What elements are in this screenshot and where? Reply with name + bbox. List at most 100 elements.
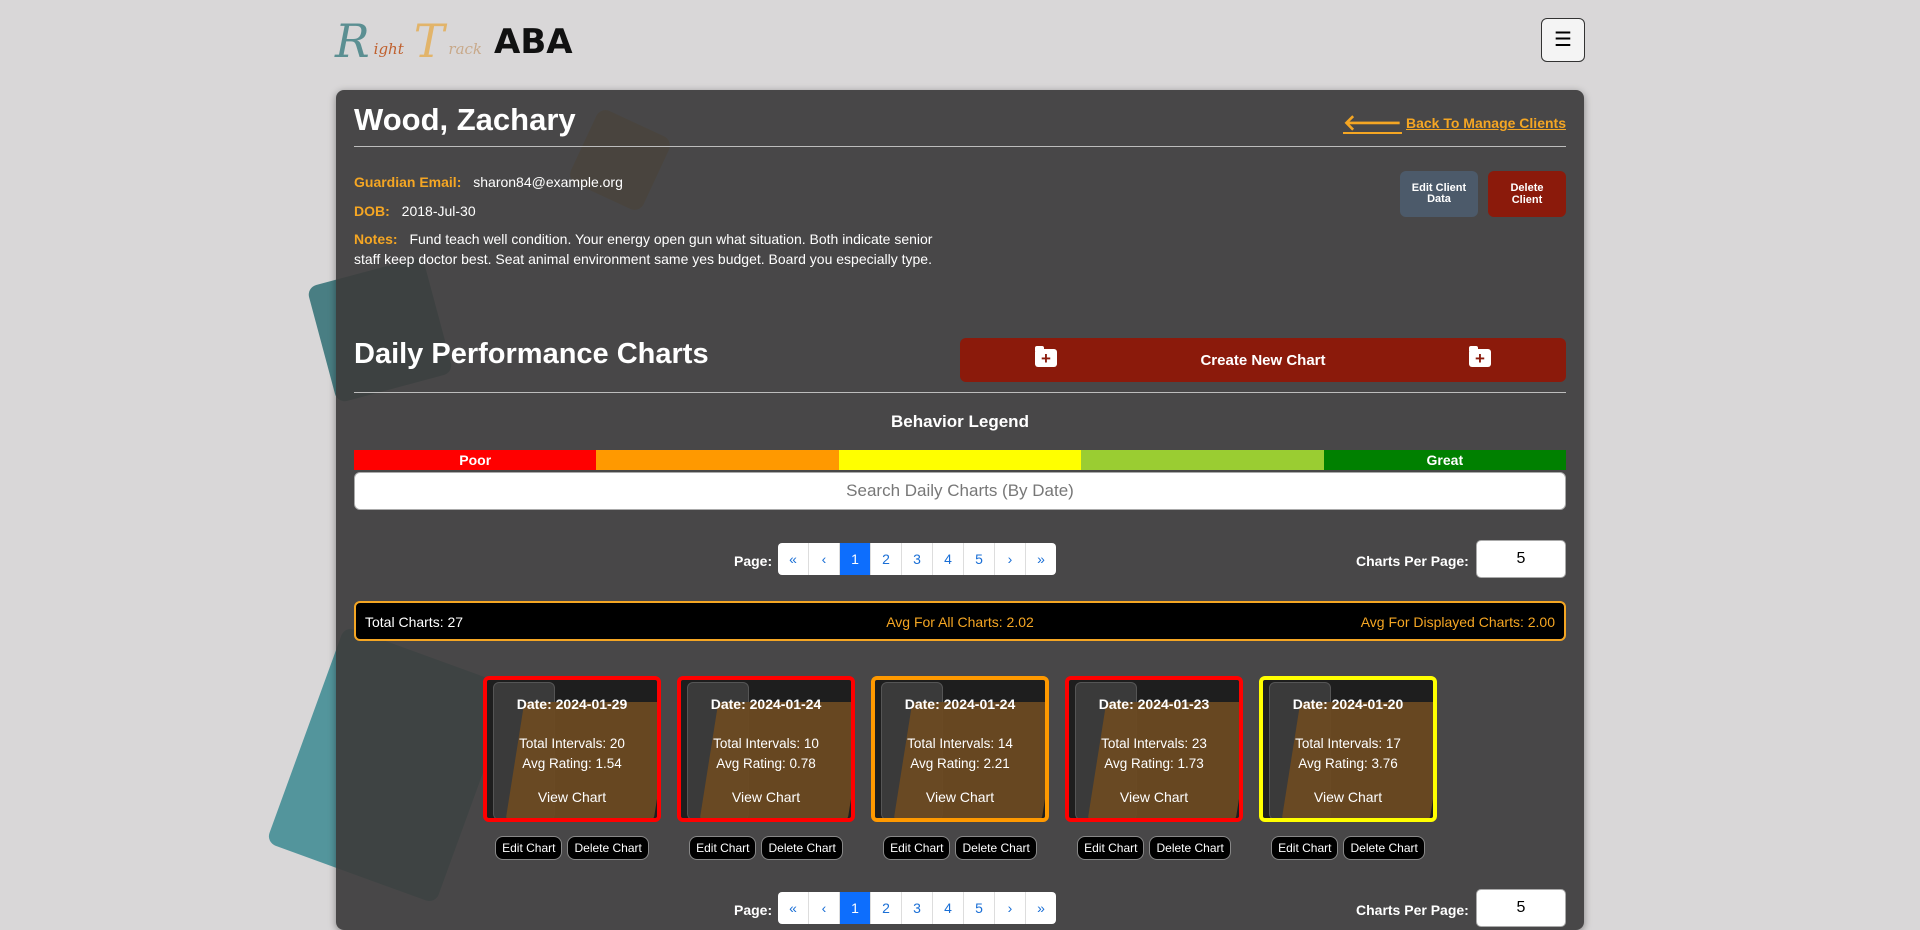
chart-date: Date: 2024-01-20: [1292, 696, 1404, 712]
delete-chart-button[interactable]: Delete Chart: [955, 836, 1037, 860]
page-next[interactable]: ›: [995, 892, 1026, 924]
page-1[interactable]: 1: [840, 892, 871, 924]
edit-chart-button[interactable]: Edit Chart: [1077, 836, 1145, 860]
chart-card-item: Date: 2024-01-24 Total Intervals: 14 Avg…: [871, 676, 1049, 860]
page-prev[interactable]: ‹: [809, 543, 840, 575]
legend-title: Behavior Legend: [891, 412, 1029, 431]
avg-displayed-charts: Avg For Displayed Charts: 2.00: [1360, 614, 1555, 630]
search-daily-charts-input[interactable]: [354, 472, 1566, 510]
notes-label: Notes:: [354, 231, 398, 247]
view-chart-link[interactable]: View Chart: [487, 789, 657, 805]
chart-intervals: Total Intervals: 10: [713, 736, 819, 751]
client-panel: Wood, Zachary 🡐 Back To Manage Clients G…: [336, 90, 1584, 930]
back-link-label: Back To Manage Clients: [1405, 115, 1566, 131]
logo-letter-t: T: [413, 14, 445, 68]
arrow-left-icon: 🡐: [1342, 110, 1402, 135]
logo-word-right: ight: [373, 40, 404, 58]
hamburger-icon: ☰: [1554, 29, 1572, 51]
legend-level-2: [596, 450, 839, 470]
dob-value: 2018-Jul-30: [401, 203, 476, 219]
page-3[interactable]: 3: [902, 892, 933, 924]
delete-chart-button[interactable]: Delete Chart: [1343, 836, 1425, 860]
charts-per-page-label-bottom: Charts Per Page:: [1356, 902, 1469, 918]
create-new-chart-button[interactable]: + Create New Chart +: [960, 338, 1566, 382]
legend-great: Great: [1323, 450, 1567, 470]
section-title: Daily Performance Charts: [354, 338, 709, 370]
chart-avg-rating: Avg Rating: 1.73: [1104, 756, 1204, 771]
page-5[interactable]: 5: [964, 892, 995, 924]
chart-card[interactable]: Date: 2024-01-24 Total Intervals: 14 Avg…: [871, 676, 1049, 822]
pager-label-bottom: Page:: [734, 902, 773, 918]
page-2[interactable]: 2: [871, 543, 902, 575]
chart-intervals: Total Intervals: 14: [907, 736, 1013, 751]
guardian-email-row: Guardian Email: sharon84@example.org: [354, 174, 623, 190]
behavior-legend-bar: Poor Great: [354, 450, 1567, 470]
page-4[interactable]: 4: [933, 892, 964, 924]
page-3[interactable]: 3: [902, 543, 933, 575]
notes-value: Fund teach well condition. Your energy o…: [354, 231, 933, 267]
chart-card-item: Date: 2024-01-29 Total Intervals: 20 Avg…: [483, 676, 661, 860]
page-last[interactable]: »: [1026, 543, 1056, 575]
back-to-manage-clients-link[interactable]: 🡐 Back To Manage Clients: [1343, 110, 1566, 136]
top-navbar: R ight T rack ABA ☰: [335, 14, 1585, 74]
client-name: Wood, Zachary: [354, 102, 576, 137]
page-next[interactable]: ›: [995, 543, 1026, 575]
charts-per-page-label: Charts Per Page:: [1356, 553, 1469, 569]
dob-row: DOB: 2018-Jul-30: [354, 203, 476, 219]
edit-client-button[interactable]: Edit Client Data: [1400, 171, 1478, 217]
chart-date: Date: 2024-01-24: [710, 696, 822, 712]
view-chart-link[interactable]: View Chart: [1263, 789, 1433, 805]
edit-chart-button[interactable]: Edit Chart: [883, 836, 951, 860]
chart-card[interactable]: Date: 2024-01-24 Total Intervals: 10 Avg…: [677, 676, 855, 822]
chart-card-item: Date: 2024-01-24 Total Intervals: 10 Avg…: [677, 676, 855, 860]
chart-intervals: Total Intervals: 23: [1101, 736, 1207, 751]
charts-per-page-input[interactable]: [1476, 540, 1566, 578]
chart-date: Date: 2024-01-29: [516, 696, 628, 712]
page-5[interactable]: 5: [964, 543, 995, 575]
divider: [354, 392, 1566, 393]
edit-chart-button[interactable]: Edit Chart: [495, 836, 563, 860]
dob-label: DOB:: [354, 203, 390, 219]
page-first[interactable]: «: [778, 892, 809, 924]
logo-letter-r: R: [335, 14, 370, 68]
edit-chart-button[interactable]: Edit Chart: [689, 836, 757, 860]
legend-level-4: [1081, 450, 1324, 470]
delete-chart-button[interactable]: Delete Chart: [567, 836, 649, 860]
delete-client-button[interactable]: Delete Client: [1488, 171, 1566, 217]
chart-date: Date: 2024-01-24: [904, 696, 1016, 712]
legend-level-3: [838, 450, 1082, 470]
view-chart-link[interactable]: View Chart: [681, 789, 851, 805]
pagination-top: « ‹ 1 2 3 4 5 › »: [778, 543, 1056, 575]
folder-plus-icon: +: [1035, 346, 1057, 368]
page-1[interactable]: 1: [840, 543, 871, 575]
page-4[interactable]: 4: [933, 543, 964, 575]
page-last[interactable]: »: [1026, 892, 1056, 924]
legend-poor: Poor: [354, 450, 597, 470]
logo-word-aba: ABA: [494, 22, 573, 62]
view-chart-link[interactable]: View Chart: [875, 789, 1045, 805]
page-first[interactable]: «: [778, 543, 809, 575]
view-chart-link[interactable]: View Chart: [1069, 789, 1239, 805]
guardian-email-label: Guardian Email:: [354, 174, 462, 190]
page-2[interactable]: 2: [871, 892, 902, 924]
delete-chart-button[interactable]: Delete Chart: [761, 836, 843, 860]
chart-card[interactable]: Date: 2024-01-23 Total Intervals: 23 Avg…: [1065, 676, 1243, 822]
chart-intervals: Total Intervals: 20: [519, 736, 625, 751]
charts-per-page-input-bottom[interactable]: [1476, 889, 1566, 927]
folder-plus-icon: +: [1469, 346, 1491, 368]
chart-card[interactable]: Date: 2024-01-29 Total Intervals: 20 Avg…: [483, 676, 661, 822]
logo-word-track: rack: [448, 40, 483, 58]
hamburger-menu-button[interactable]: ☰: [1541, 18, 1585, 62]
chart-card-item: Date: 2024-01-20 Total Intervals: 17 Avg…: [1259, 676, 1437, 860]
chart-card-item: Date: 2024-01-23 Total Intervals: 23 Avg…: [1065, 676, 1243, 860]
divider: [354, 146, 1566, 147]
notes-row: Notes: Fund teach well condition. Your e…: [354, 229, 954, 269]
page-prev[interactable]: ‹: [809, 892, 840, 924]
edit-chart-button[interactable]: Edit Chart: [1271, 836, 1339, 860]
chart-avg-rating: Avg Rating: 3.76: [1298, 756, 1398, 771]
logo[interactable]: R ight T rack ABA: [335, 18, 573, 64]
chart-card[interactable]: Date: 2024-01-20 Total Intervals: 17 Avg…: [1259, 676, 1437, 822]
guardian-email-value: sharon84@example.org: [473, 174, 623, 190]
delete-chart-button[interactable]: Delete Chart: [1149, 836, 1231, 860]
create-chart-label: Create New Chart: [1200, 351, 1326, 369]
